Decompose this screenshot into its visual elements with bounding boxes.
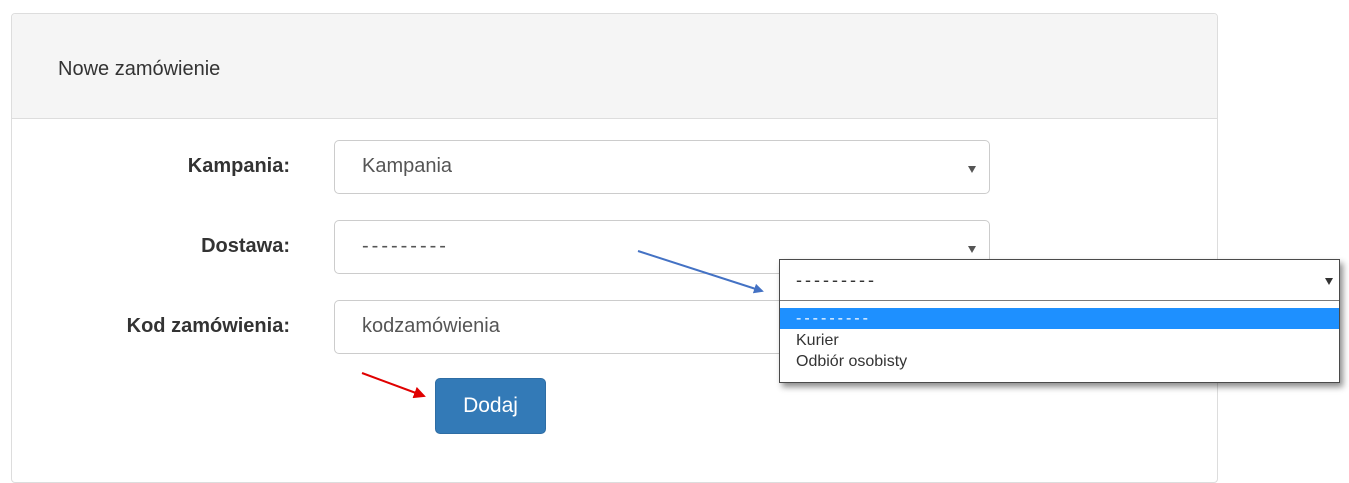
panel-heading: Nowe zamówienie xyxy=(12,14,1217,119)
delivery-option-odbior-osobisty[interactable]: Odbiór osobisty xyxy=(780,351,1339,372)
panel-title: Nowe zamówienie xyxy=(58,58,221,80)
chevron-down-icon xyxy=(968,246,976,253)
order-code-input-value: kodzamówienia xyxy=(362,315,500,337)
delivery-dropdown[interactable]: --------- --------- Kurier Odbiór osobis… xyxy=(779,259,1340,383)
delivery-dropdown-value: --------- xyxy=(796,270,877,290)
add-button[interactable]: Dodaj xyxy=(435,378,546,434)
campaign-select[interactable]: Kampania xyxy=(334,140,990,194)
campaign-select-value: Kampania xyxy=(362,155,453,177)
chevron-down-icon[interactable] xyxy=(1325,278,1333,285)
order-code-label: Kod zamówienia: xyxy=(126,315,290,337)
delivery-label: Dostawa: xyxy=(201,235,290,257)
delivery-dropdown-select[interactable]: --------- xyxy=(780,260,1339,301)
delivery-option-kurier[interactable]: Kurier xyxy=(780,330,1339,351)
chevron-down-icon xyxy=(968,166,976,173)
delivery-select-value: --------- xyxy=(362,235,449,257)
delivery-option-empty[interactable]: --------- xyxy=(780,308,1339,329)
campaign-label: Kampania: xyxy=(187,155,290,177)
